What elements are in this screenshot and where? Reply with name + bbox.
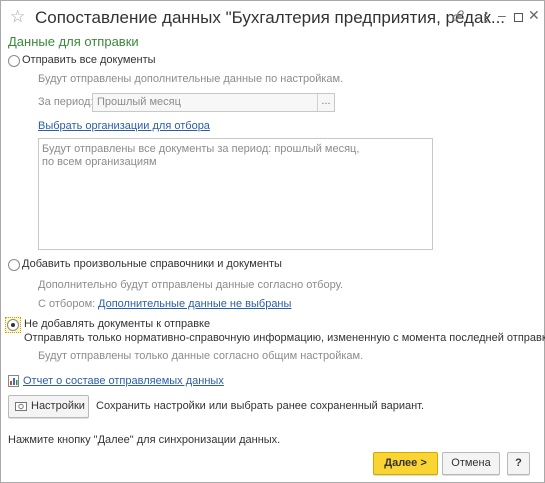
radio-send-all-label[interactable]: Отправить все документы — [22, 54, 156, 66]
minimize-icon[interactable]: – — [498, 7, 506, 23]
radio-no-documents[interactable] — [7, 319, 19, 331]
period-field[interactable]: Прошлый месяц ... — [92, 93, 335, 112]
filter-label: С отбором: — [38, 298, 96, 310]
summary-textarea[interactable]: Будут отправлены все документы за период… — [38, 138, 433, 250]
radio-add-custom-label[interactable]: Добавить произвольные справочники и доку… — [22, 258, 282, 270]
summary-line-1: Будут отправлены все документы за период… — [42, 143, 360, 155]
radio-send-all[interactable] — [8, 55, 20, 67]
radio-add-custom[interactable] — [8, 259, 20, 271]
report-link[interactable]: Отчет о составе отправляемых данных — [23, 375, 224, 387]
section-title: Данные для отправки — [8, 34, 139, 49]
report-icon — [8, 375, 19, 390]
dialog-window: ☆ Сопоставление данных "Бухгалтерия пред… — [0, 0, 545, 483]
link-icon[interactable] — [451, 9, 465, 26]
period-select-button[interactable]: ... — [317, 94, 334, 111]
period-value: Прошлый месяц — [97, 96, 181, 108]
select-organizations-link[interactable]: Выбрать организации для отбора — [38, 120, 210, 132]
help-button[interactable]: ? — [507, 452, 530, 475]
close-icon[interactable]: ✕ — [528, 7, 540, 24]
cancel-button[interactable]: Отмена — [442, 452, 500, 475]
footer-hint: Нажмите кнопку "Далее" для синхронизации… — [8, 434, 281, 446]
settings-description: Сохранить настройки или выбрать ранее со… — [96, 400, 425, 412]
period-label: За период: — [38, 96, 94, 108]
summary-line-2: по всем организациям — [42, 156, 157, 168]
radio-focus-frame — [5, 317, 21, 333]
star-icon[interactable]: ☆ — [10, 7, 25, 27]
next-button[interactable]: Далее > — [373, 452, 438, 475]
add-custom-hint: Дополнительно будут отправлены данные со… — [38, 279, 344, 291]
maximize-icon[interactable] — [514, 13, 523, 22]
window-title: Сопоставление данных "Бухгалтерия предпр… — [35, 8, 506, 27]
additional-data-link[interactable]: Дополнительные данные не выбраны — [98, 298, 291, 310]
settings-button-label: Настройки — [31, 400, 85, 412]
more-icon[interactable]: ⋮ — [479, 9, 493, 26]
no-documents-description: Отправлять только нормативно-справочную … — [24, 332, 545, 344]
no-documents-hint: Будут отправлены только данные согласно … — [38, 350, 364, 362]
radio-no-documents-label[interactable]: Не добавлять документы к отправке — [24, 318, 210, 330]
settings-button[interactable]: Настройки — [8, 395, 89, 418]
settings-icon — [15, 396, 27, 417]
send-all-hint: Будут отправлены дополнительные данные п… — [38, 73, 344, 85]
